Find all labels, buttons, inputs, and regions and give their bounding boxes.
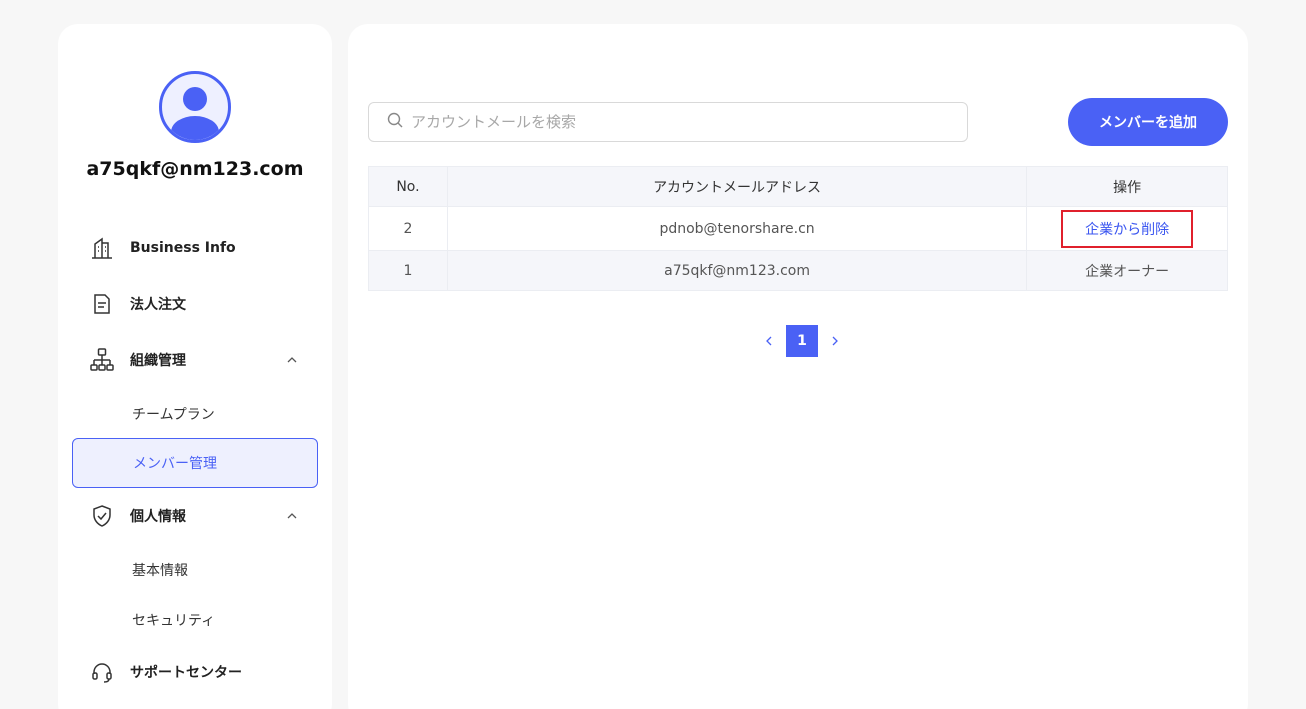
remove-from-company-link[interactable]: 企業から削除 [1061,209,1194,248]
row-operation: 企業から削除 [1026,206,1228,251]
nav-label: サポートセンター [130,665,242,681]
search-icon [387,112,403,132]
search-box[interactable] [368,102,968,142]
org-chart-icon [88,346,116,374]
row-no: 1 [368,250,448,291]
prev-page-icon[interactable] [756,325,782,357]
page-number-current[interactable]: 1 [786,325,818,357]
nav-label: Business Info [130,240,236,256]
table-header-row: No. アカウントメールアドレス 操作 [368,166,1228,207]
next-page-icon[interactable] [822,325,848,357]
nav-personal-info[interactable]: 個人情報 [88,502,186,530]
building-icon [88,234,116,262]
nav-org-management[interactable]: 組織管理 [88,346,186,374]
main-panel: メンバーを追加 No. アカウントメールアドレス 操作 2 pdnob@teno… [348,24,1248,709]
column-header-no: No. [368,166,448,207]
search-input[interactable] [411,113,951,131]
members-table: No. アカウントメールアドレス 操作 2 pdnob@tenorshare.c… [368,166,1228,291]
pagination: 1 [756,325,848,357]
table-row: 2 pdnob@tenorshare.cn 企業から削除 [368,206,1228,251]
row-role: 企業オーナー [1026,250,1228,291]
table-row: 1 a75qkf@nm123.com 企業オーナー [368,250,1228,291]
sidebar: a75qkf@nm123.com Business Info 法人注文 組織管理… [58,24,332,709]
avatar[interactable] [159,71,231,143]
column-header-email: アカウントメールアドレス [446,166,1028,207]
chevron-up-icon[interactable] [284,508,300,524]
row-email: pdnob@tenorshare.cn [446,206,1028,251]
document-icon [88,290,116,318]
nav-security[interactable]: セキュリティ [132,610,215,630]
nav-basic-info[interactable]: 基本情報 [132,560,188,580]
user-icon [171,87,219,140]
nav-label: 法人注文 [130,297,186,313]
nav-label: 組織管理 [130,353,186,369]
shield-check-icon [88,502,116,530]
nav-corporate-orders[interactable]: 法人注文 [88,290,186,318]
row-email: a75qkf@nm123.com [446,250,1028,291]
nav-label: 個人情報 [130,509,186,525]
chevron-up-icon[interactable] [284,352,300,368]
nav-support-center[interactable]: サポートセンター [88,658,242,686]
nav-business-info[interactable]: Business Info [88,234,236,262]
user-email: a75qkf@nm123.com [86,158,304,180]
column-header-operation: 操作 [1026,166,1228,207]
row-no: 2 [368,206,448,251]
headset-icon [88,658,116,686]
nav-member-management[interactable]: メンバー管理 [72,438,318,488]
nav-team-plan[interactable]: チームプラン [132,404,215,424]
add-member-button[interactable]: メンバーを追加 [1068,98,1228,146]
